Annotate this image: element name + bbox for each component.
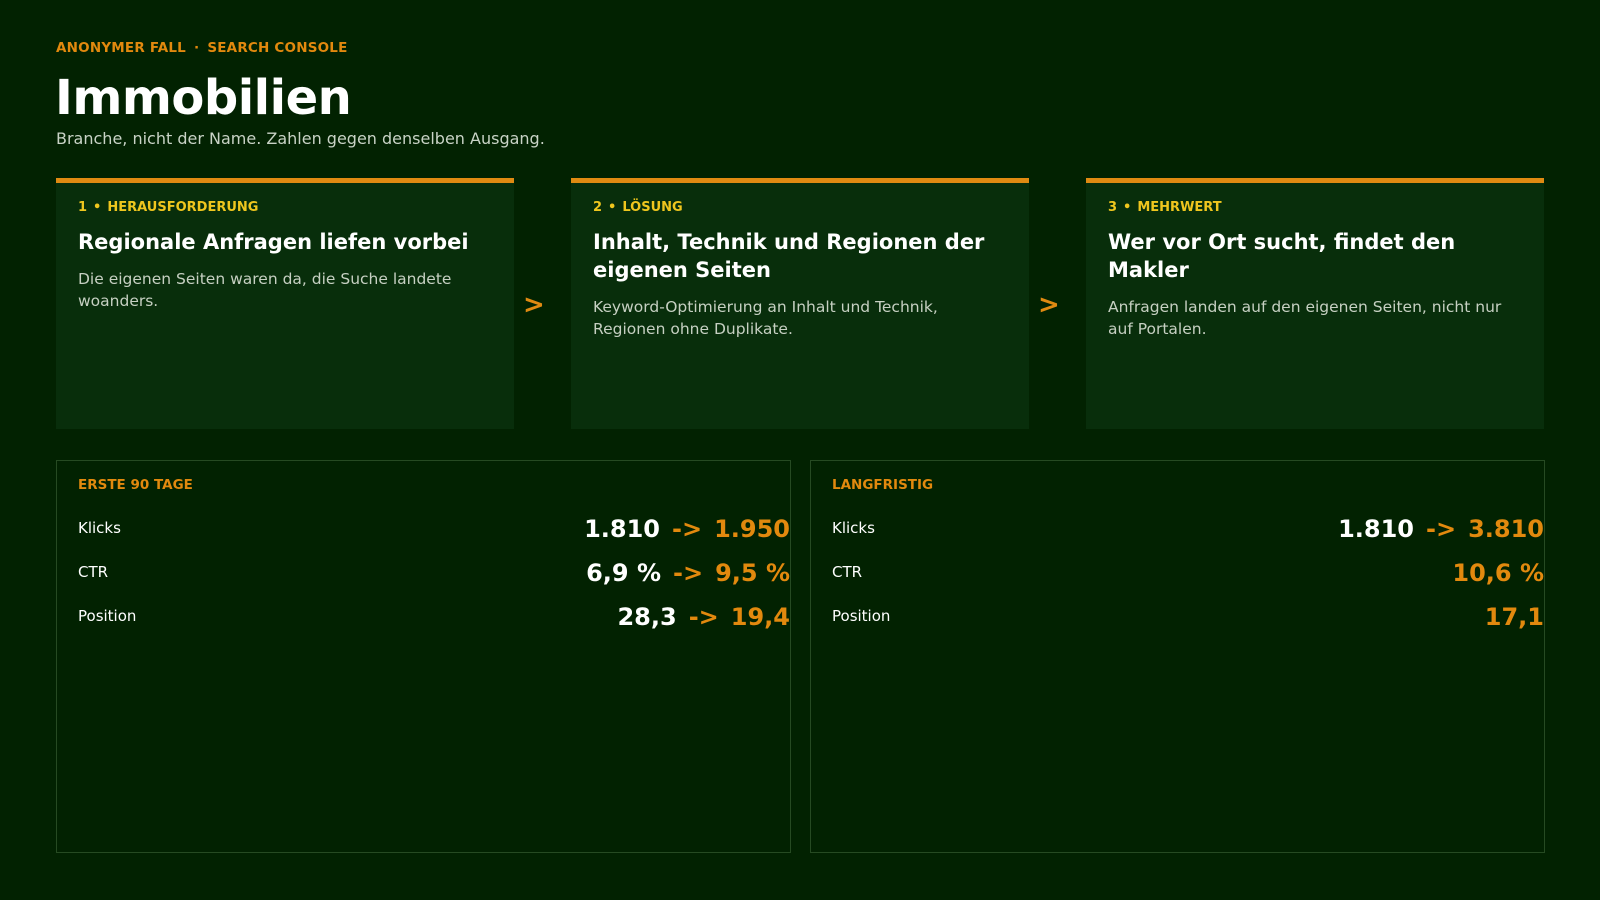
metric-arrow: -> (688, 603, 719, 631)
metric-row-position: Position 17,1 (832, 597, 1544, 637)
metric-after: 10,6 % (1452, 559, 1544, 587)
step-kind: LÖSUNG (622, 200, 683, 215)
page-subtitle: Branche, nicht der Name. Zahlen gegen de… (56, 129, 545, 148)
step-kind: MEHRWERT (1137, 200, 1222, 215)
eyebrow: ANONYMER FALL · SEARCH CONSOLE (56, 40, 348, 56)
step-heading: Inhalt, Technik und Regionen der eigenen… (593, 230, 985, 282)
panel-label: LANGFRISTIG (832, 477, 934, 493)
metric-name: Klicks (78, 519, 121, 537)
metric-after: 3.810 (1468, 515, 1544, 543)
step-heading: Regionale Anfragen liefen vorbei (78, 230, 469, 254)
eyebrow-separator: · (193, 40, 200, 56)
step-arrow-icon: > (1038, 290, 1060, 320)
metric-row-ctr: CTR 10,6 % (832, 553, 1544, 593)
eyebrow-case: ANONYMER FALL (56, 40, 186, 56)
metric-before: 1.810 (1338, 515, 1414, 543)
step-number: 1 (78, 200, 88, 215)
step-label: 1 • HERAUSFORDERUNG (78, 200, 492, 215)
metric-arrow: -> (672, 515, 703, 543)
step-card-solution: 2 • LÖSUNG Inhalt, Technik und Regionen de… (571, 178, 1029, 429)
metric-row-clicks: Klicks 1.810 -> 3.810 (832, 509, 1544, 549)
page-title: Immobilien (55, 70, 352, 126)
metric-name: CTR (832, 563, 863, 581)
metrics-panel-long-term: LANGFRISTIG Klicks 1.810 -> 3.810 CTR 10,6… (810, 460, 1545, 853)
step-card-value: 3 • MEHRWERT Wer vor Ort sucht, findet den… (1086, 178, 1544, 429)
metric-name: Position (78, 607, 137, 625)
step-arrow-icon: > (523, 290, 545, 320)
step-separator: • (608, 200, 617, 215)
metric-before: 6,9 % (586, 559, 661, 587)
metric-values: 1.810 -> 3.810 (1338, 509, 1544, 549)
metric-row-ctr: CTR 6,9 % -> 9,5 % (78, 553, 790, 593)
metric-arrow: -> (1426, 515, 1457, 543)
step-label: 2 • LÖSUNG (593, 200, 1007, 215)
panel-label: ERSTE 90 TAGE (78, 477, 193, 493)
step-card-challenge: 1 • HERAUSFORDERUNG Regionale Anfragen lie… (56, 178, 514, 429)
metric-values: 1.810 -> 1.950 (584, 509, 790, 549)
metric-after: 19,4 (730, 603, 790, 631)
metric-name: Position (832, 607, 891, 625)
metric-values: 28,3 -> 19,4 (617, 597, 790, 637)
metric-before: 1.810 (584, 515, 660, 543)
step-kind: HERAUSFORDERUNG (107, 200, 259, 215)
step-body: Keyword-Optimierung an Inhalt und Techni… (593, 298, 938, 338)
step-number: 2 (593, 200, 603, 215)
metric-after: 1.950 (714, 515, 790, 543)
step-label: 3 • MEHRWERT (1108, 200, 1522, 215)
step-heading: Wer vor Ort sucht, findet den Makler (1108, 230, 1456, 282)
step-number: 3 (1108, 200, 1118, 215)
metric-values: 6,9 % -> 9,5 % (586, 553, 790, 593)
metric-after: 9,5 % (715, 559, 790, 587)
metric-name: Klicks (832, 519, 875, 537)
step-separator: • (93, 200, 102, 215)
metric-arrow: -> (673, 559, 704, 587)
metric-before: 28,3 (617, 603, 677, 631)
metric-values: 10,6 % (1452, 553, 1544, 593)
metric-after: 17,1 (1484, 603, 1544, 631)
metric-row-position: Position 28,3 -> 19,4 (78, 597, 790, 637)
metric-row-clicks: Klicks 1.810 -> 1.950 (78, 509, 790, 549)
eyebrow-source: SEARCH CONSOLE (207, 40, 348, 56)
step-body: Die eigenen Seiten waren da, die Suche l… (78, 270, 452, 310)
step-body: Anfragen landen auf den eigenen Seiten, … (1108, 298, 1502, 338)
metric-name: CTR (78, 563, 109, 581)
step-separator: • (1123, 200, 1132, 215)
metric-values: 17,1 (1485, 597, 1544, 637)
metrics-panel-first-90-days: ERSTE 90 TAGE Klicks 1.810 -> 1.950 CTR 6,… (56, 460, 791, 853)
